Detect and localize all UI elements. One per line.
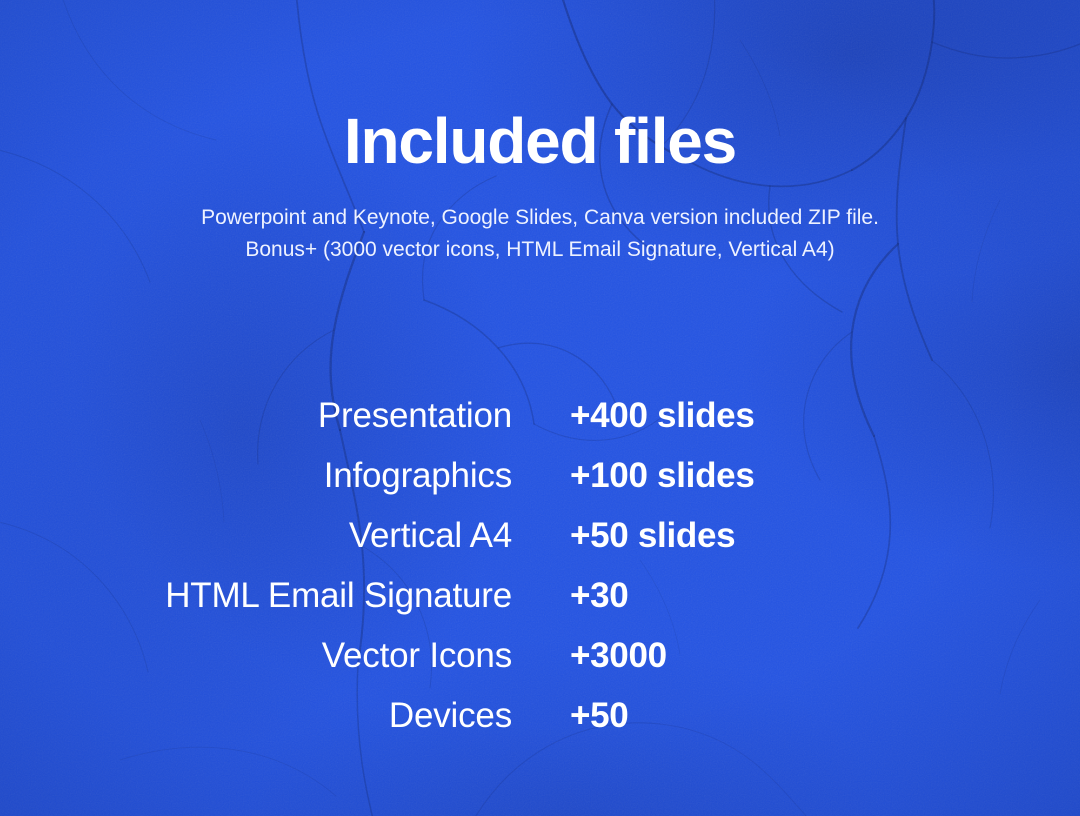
page-title: Included files [343,105,737,177]
included-files-list: Presentation +400 slides Infographics +1… [0,398,1080,758]
spec-label: Presentation [317,396,512,435]
subtitle: Powerpoint and Keynote, Google Slides, C… [0,202,1080,266]
subtitle-line-2: Bonus+ (3000 vector icons, HTML Email Si… [245,237,835,261]
spec-value: +400 slides [570,396,755,435]
list-item: Presentation +400 slides [0,398,1080,458]
spec-label: Infographics [323,456,512,495]
spec-value: +30 [570,576,629,615]
list-item: Vertical A4 +50 slides [0,518,1080,578]
list-item: Devices +50 [0,698,1080,758]
subtitle-line-1: Powerpoint and Keynote, Google Slides, C… [201,206,879,229]
slide-content: Included files Powerpoint and Keynote, G… [0,0,1080,816]
spec-label: Vertical A4 [348,516,512,555]
spec-value: +100 slides [570,456,755,495]
list-item: HTML Email Signature +30 [0,578,1080,638]
spec-label: Vector Icons [321,636,512,675]
list-item: Vector Icons +3000 [0,638,1080,698]
spec-value: +3000 [570,636,667,675]
spec-label: Devices [388,696,512,735]
spec-value: +50 slides [570,516,736,555]
spec-label: HTML Email Signature [165,576,512,615]
spec-value: +50 [570,696,629,735]
list-item: Infographics +100 slides [0,458,1080,518]
slide-canvas: Included files Powerpoint and Keynote, G… [0,0,1080,816]
